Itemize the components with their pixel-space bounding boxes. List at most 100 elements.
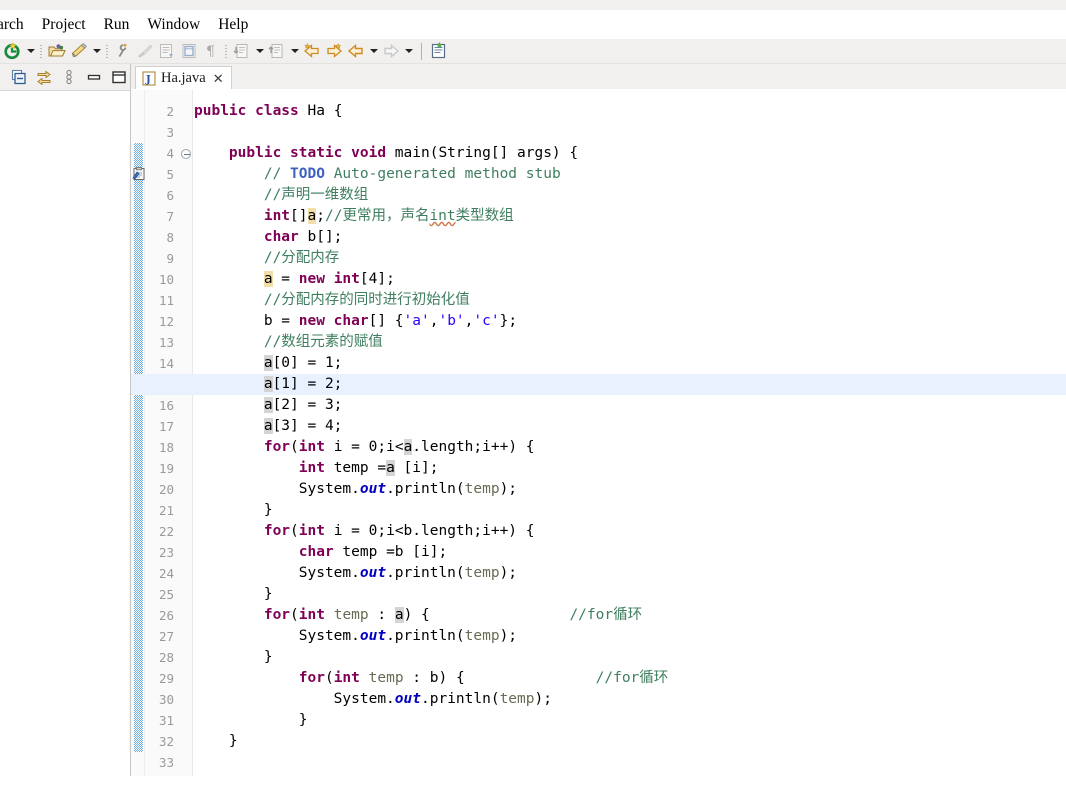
code-line[interactable]: a = new int[4];	[194, 269, 395, 290]
code-token: public static void	[228, 145, 395, 161]
code-line[interactable]: a[2] = 3;	[194, 395, 342, 416]
code-token: char	[263, 229, 299, 245]
code-line[interactable]: //分配内存	[194, 248, 339, 269]
code-token: Ha	[307, 103, 334, 119]
code-line[interactable]: int temp =a [i];	[194, 458, 438, 479]
code-token: //数组元素的赋值	[263, 334, 383, 350]
forward-star-icon[interactable]	[323, 41, 345, 62]
menu-search[interactable]: arch	[0, 14, 33, 36]
code-token: .println(	[386, 628, 465, 644]
fold-collapse-icon[interactable]	[179, 143, 192, 164]
code-line[interactable]: for(int i = 0;i<b.length;i++) {	[194, 521, 535, 542]
code-text-area[interactable]: public class Ha { public static void mai…	[131, 90, 1066, 786]
next-annotation-icon	[156, 41, 178, 62]
new-java-file-icon[interactable]	[428, 41, 450, 62]
editor-tab-label: Ha.java	[161, 70, 206, 86]
code-line[interactable]: System.out.println(temp);	[194, 626, 517, 647]
code-line[interactable]: System.out.println(temp);	[194, 479, 517, 500]
code-line[interactable]: System.out.println(temp);	[194, 689, 552, 710]
code-token: 类型数组	[455, 208, 514, 224]
prev-edit-dropdown-arrow-icon[interactable]	[288, 41, 301, 62]
minimize-icon[interactable]	[85, 69, 102, 86]
close-icon[interactable]: ✕	[213, 72, 224, 85]
code-line[interactable]: //数组元素的赋值	[194, 332, 383, 353]
code-token: temp	[368, 670, 404, 686]
code-line[interactable]: for(int temp : a) { //for循环	[194, 605, 642, 626]
code-line[interactable]: }	[194, 647, 273, 668]
code-line[interactable]: public static void main(String[] args) {	[194, 143, 578, 164]
code-line[interactable]: //声明一维数组	[194, 185, 368, 206]
code-line[interactable]: int[]a;//更常用，声名int类型数组	[194, 206, 514, 227]
menu-window[interactable]: Window	[138, 14, 209, 36]
code-line[interactable]	[194, 752, 203, 773]
code-token: );	[534, 691, 552, 707]
open-folder-icon[interactable]	[46, 41, 68, 62]
code-line[interactable]	[194, 122, 203, 143]
code-line[interactable]: for(int i = 0;i<a.length;i++) {	[194, 437, 535, 458]
back-dropdown-arrow-icon[interactable]	[367, 41, 380, 62]
code-token: System.	[194, 691, 395, 707]
code-token: temp =b [i];	[333, 544, 448, 560]
code-line[interactable]: char b[];	[194, 227, 343, 248]
code-line[interactable]: }	[194, 710, 308, 731]
line-number: 27	[158, 629, 174, 644]
code-line[interactable]: System.out.println(temp);	[194, 563, 517, 584]
code-line[interactable]: a[1] = 2;	[194, 374, 342, 395]
debug-run-icon[interactable]	[68, 41, 90, 62]
next-edit-dropdown-arrow-icon[interactable]	[253, 41, 266, 62]
code-token: );	[499, 565, 518, 581]
run-dropdown-arrow-icon[interactable]	[90, 41, 103, 62]
code-token: out	[359, 565, 387, 581]
menu-project[interactable]: Project	[33, 14, 95, 36]
new-wizard-icon[interactable]	[2, 41, 24, 62]
menu-run[interactable]: Run	[95, 14, 139, 36]
collapse-all-icon[interactable]	[10, 69, 27, 86]
link-with-editor-icon[interactable]	[35, 69, 52, 86]
code-line[interactable]: // TODO Auto-generated method stub	[194, 164, 561, 185]
code-token: ) {	[403, 607, 570, 623]
menu-help[interactable]: Help	[209, 14, 257, 36]
code-line[interactable]: }	[194, 584, 273, 605]
todo-task-marker-icon[interactable]	[132, 167, 146, 181]
editor-tab-ha-java[interactable]: J Ha.java ✕	[135, 66, 232, 90]
code-token: );	[499, 628, 518, 644]
external-tools-icon[interactable]	[112, 41, 134, 62]
code-line[interactable]: b = new char[] {'a','b','c'};	[194, 311, 517, 332]
code-line[interactable]: }	[194, 731, 238, 752]
new-dropdown-arrow-icon[interactable]	[24, 41, 37, 62]
folding-ruler[interactable]	[178, 90, 193, 786]
code-token: (	[290, 439, 299, 455]
code-token: a	[263, 355, 273, 371]
forward-dropdown-arrow-icon[interactable]	[402, 41, 415, 62]
code-token: }	[194, 733, 238, 749]
code-token: //for循环	[569, 607, 643, 623]
line-number: 12	[158, 314, 174, 329]
code-editor[interactable]: 2345678910111213141516171819202122232425…	[131, 90, 1066, 786]
code-token: };	[499, 313, 518, 329]
package-explorer-tree[interactable]	[0, 91, 130, 786]
view-menu-icon[interactable]	[60, 69, 77, 86]
code-line[interactable]: char temp =b [i];	[194, 542, 447, 563]
code-line[interactable]: //分配内存的同时进行初始化值	[194, 290, 470, 311]
editor-marker-bar[interactable]	[131, 90, 145, 786]
line-number: 23	[158, 545, 174, 560]
code-line[interactable]: a[3] = 4;	[194, 416, 342, 437]
back-arrow-icon[interactable]	[345, 41, 367, 62]
code-line[interactable]: }	[194, 500, 273, 521]
code-line[interactable]: for(int temp : b) { //for循环	[194, 668, 669, 689]
svg-text:¶: ¶	[206, 44, 215, 60]
window-top-strip	[0, 0, 1066, 10]
code-line[interactable]: public class Ha {	[194, 101, 342, 122]
back-star-icon[interactable]	[301, 41, 323, 62]
code-line[interactable]: a[0] = 1;	[194, 353, 342, 374]
code-token: for	[298, 670, 325, 686]
line-number: 13	[158, 335, 174, 350]
maximize-icon[interactable]	[110, 69, 127, 86]
